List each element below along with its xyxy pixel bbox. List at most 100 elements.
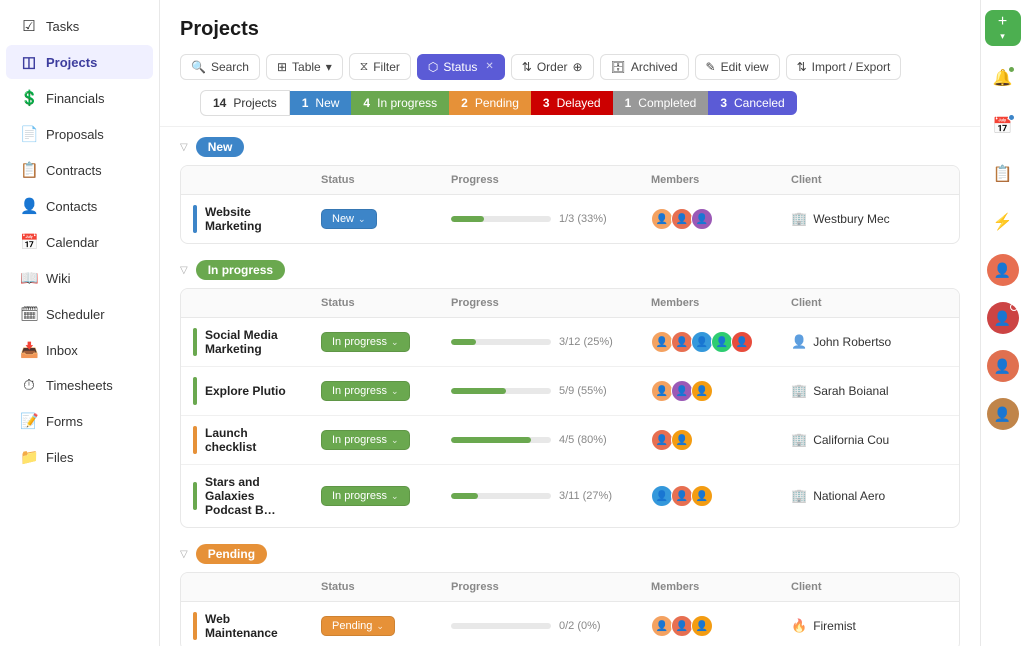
- tab-canceled[interactable]: 3 Canceled: [708, 91, 796, 115]
- sidebar-label-forms: Forms: [46, 414, 83, 429]
- progress-bar-background: [451, 339, 551, 345]
- tab-inprogress[interactable]: 4 In progress: [351, 91, 449, 115]
- table-pending: StatusProgressMembersClient Web Maintena…: [180, 572, 960, 646]
- status-badge[interactable]: In progress ⌄: [321, 430, 410, 450]
- sidebar-item-financials[interactable]: 💲 Financials: [6, 81, 153, 115]
- status-badge[interactable]: Pending ⌄: [321, 616, 395, 636]
- status-badge[interactable]: In progress ⌄: [321, 332, 410, 352]
- contacts-icon: 👤: [20, 197, 38, 215]
- table-row[interactable]: Website Marketing New ⌄ 1/3 (33%) 👤👤👤 🏢 …: [181, 195, 959, 243]
- sidebar-item-timesheets[interactable]: ⏱ Timesheets: [6, 369, 153, 402]
- sidebar-item-contacts[interactable]: 👤 Contacts: [6, 189, 153, 223]
- tab-new-label: New: [315, 96, 339, 110]
- sidebar-item-contracts[interactable]: 📋 Contracts: [6, 153, 153, 187]
- table-button[interactable]: ⊞ Table ▾: [266, 54, 343, 80]
- table-row[interactable]: Explore Plutio In progress ⌄ 5/9 (55%) 👤…: [181, 367, 959, 416]
- tab-all[interactable]: 14 Projects: [200, 90, 290, 116]
- column-header: [181, 166, 309, 194]
- notifications-button[interactable]: 🔔: [987, 62, 1019, 94]
- user-avatar-4[interactable]: 👤: [987, 398, 1019, 430]
- user-avatar-3[interactable]: 👤: [987, 350, 1019, 382]
- progress-cell: 3/11 (27%): [439, 480, 639, 512]
- progress-bar-background: [451, 623, 551, 629]
- search-button[interactable]: 🔍 Search: [180, 54, 260, 80]
- progress-bar-background: [451, 493, 551, 499]
- column-header: [181, 573, 309, 601]
- calendar-button[interactable]: 📅: [987, 110, 1019, 142]
- sidebar-item-proposals[interactable]: 📄 Proposals: [6, 117, 153, 151]
- proposals-icon: 📄: [20, 125, 38, 143]
- status-badge[interactable]: In progress ⌄: [321, 381, 410, 401]
- section-new: ▽ New StatusProgressMembersClient Websit…: [180, 137, 960, 244]
- project-bar: [193, 328, 197, 356]
- filter-button[interactable]: ⧖ Filter: [349, 53, 411, 80]
- client-icon: 🏢: [791, 432, 807, 448]
- add-button[interactable]: + ▾: [985, 10, 1021, 46]
- sidebar-item-inbox[interactable]: 📥 Inbox: [6, 333, 153, 367]
- avatar: 👤: [671, 429, 693, 451]
- sidebar-label-scheduler: Scheduler: [46, 307, 105, 322]
- calendar-dot: [1008, 114, 1015, 121]
- table-row[interactable]: Stars and Galaxies Podcast B… In progres…: [181, 465, 959, 527]
- archived-button[interactable]: 🗄 Archived: [600, 54, 689, 80]
- tab-completed[interactable]: 1 Completed: [613, 91, 709, 115]
- sidebar-item-wiki[interactable]: 📖 Wiki: [6, 261, 153, 295]
- tab-pending-count: 2: [461, 96, 468, 110]
- page-header: Projects 🔍 Search ⊞ Table ▾ ⧖ Filter ⬡ S…: [160, 0, 980, 127]
- user-avatar-1[interactable]: 👤: [987, 254, 1019, 286]
- edit-view-button[interactable]: ✎ Edit view: [695, 54, 780, 80]
- client-cell: 🏢 Sarah Boianal: [779, 373, 959, 409]
- sidebar-label-proposals: Proposals: [46, 127, 104, 142]
- status-badge[interactable]: New ⌄: [321, 209, 377, 229]
- sidebar-label-contacts: Contacts: [46, 199, 97, 214]
- order-button[interactable]: ⇅ Order ⊕: [511, 54, 594, 80]
- sidebar-label-tasks: Tasks: [46, 19, 79, 34]
- tab-new[interactable]: 1 New: [290, 91, 352, 115]
- notes-button[interactable]: 📋: [987, 158, 1019, 190]
- scheduler-icon: 🗓: [20, 305, 38, 323]
- members-cell: 👤👤👤👤👤: [639, 321, 779, 363]
- import-export-button[interactable]: ⇅ Import / Export: [786, 54, 902, 80]
- sidebar-item-tasks[interactable]: ☑ Tasks: [6, 9, 153, 43]
- table-row[interactable]: Web Maintenance Pending ⌄ 0/2 (0%) 👤👤👤 🔥…: [181, 602, 959, 646]
- progress-bar-fill: [451, 339, 476, 345]
- column-header: Client: [779, 166, 959, 194]
- activity-button[interactable]: ⚡: [987, 206, 1019, 238]
- status-button[interactable]: ⬡ Status ✕: [417, 54, 505, 80]
- sidebar-label-timesheets: Timesheets: [46, 378, 113, 393]
- table-new: StatusProgressMembersClient Website Mark…: [180, 165, 960, 244]
- search-icon: 🔍: [191, 60, 206, 74]
- sidebar-item-scheduler[interactable]: 🗓 Scheduler: [6, 297, 153, 331]
- sidebar-item-calendar[interactable]: 📅 Calendar: [6, 225, 153, 259]
- table-row[interactable]: Social Media Marketing In progress ⌄ 3/1…: [181, 318, 959, 367]
- client-name: National Aero: [813, 489, 885, 503]
- sidebar-item-projects[interactable]: ◫ Projects: [6, 45, 153, 79]
- dropdown-icon: ⌄: [391, 386, 399, 397]
- timesheets-icon: ⏱: [20, 377, 38, 394]
- client-icon: 🏢: [791, 488, 807, 504]
- tab-delayed[interactable]: 3 Delayed: [531, 91, 613, 115]
- section-toggle-new[interactable]: ▽: [180, 142, 188, 153]
- table-label: Table: [292, 60, 321, 74]
- project-bar: [193, 482, 197, 510]
- section-label-new[interactable]: New: [196, 137, 245, 157]
- column-header: Client: [779, 573, 959, 601]
- section-label-pending[interactable]: Pending: [196, 544, 267, 564]
- section-toggle-inprogress[interactable]: ▽: [180, 265, 188, 276]
- status-badge[interactable]: In progress ⌄: [321, 486, 410, 506]
- files-icon: 📁: [20, 448, 38, 466]
- table-row[interactable]: Launch checklist In progress ⌄ 4/5 (80%)…: [181, 416, 959, 465]
- section-label-inprogress[interactable]: In progress: [196, 260, 285, 280]
- client-cell: 👤 John Robertso: [779, 324, 959, 360]
- user-avatar-2[interactable]: 👤: [987, 302, 1019, 334]
- sidebar-item-files[interactable]: 📁 Files: [6, 440, 153, 474]
- right-panel: + ▾ 🔔 📅 📋 ⚡ 👤 👤 👤 👤: [980, 0, 1024, 646]
- section-toggle-pending[interactable]: ▽: [180, 549, 188, 560]
- tab-pending[interactable]: 2 Pending: [449, 91, 531, 115]
- sidebar-item-forms[interactable]: 📝 Forms: [6, 404, 153, 438]
- column-header: Progress: [439, 573, 639, 601]
- activity-icon: ⚡: [993, 212, 1013, 232]
- client-cell: 🏢 Westbury Mec: [779, 201, 959, 237]
- project-name-text: Website Marketing: [205, 205, 297, 233]
- notes-icon: 📋: [993, 164, 1013, 184]
